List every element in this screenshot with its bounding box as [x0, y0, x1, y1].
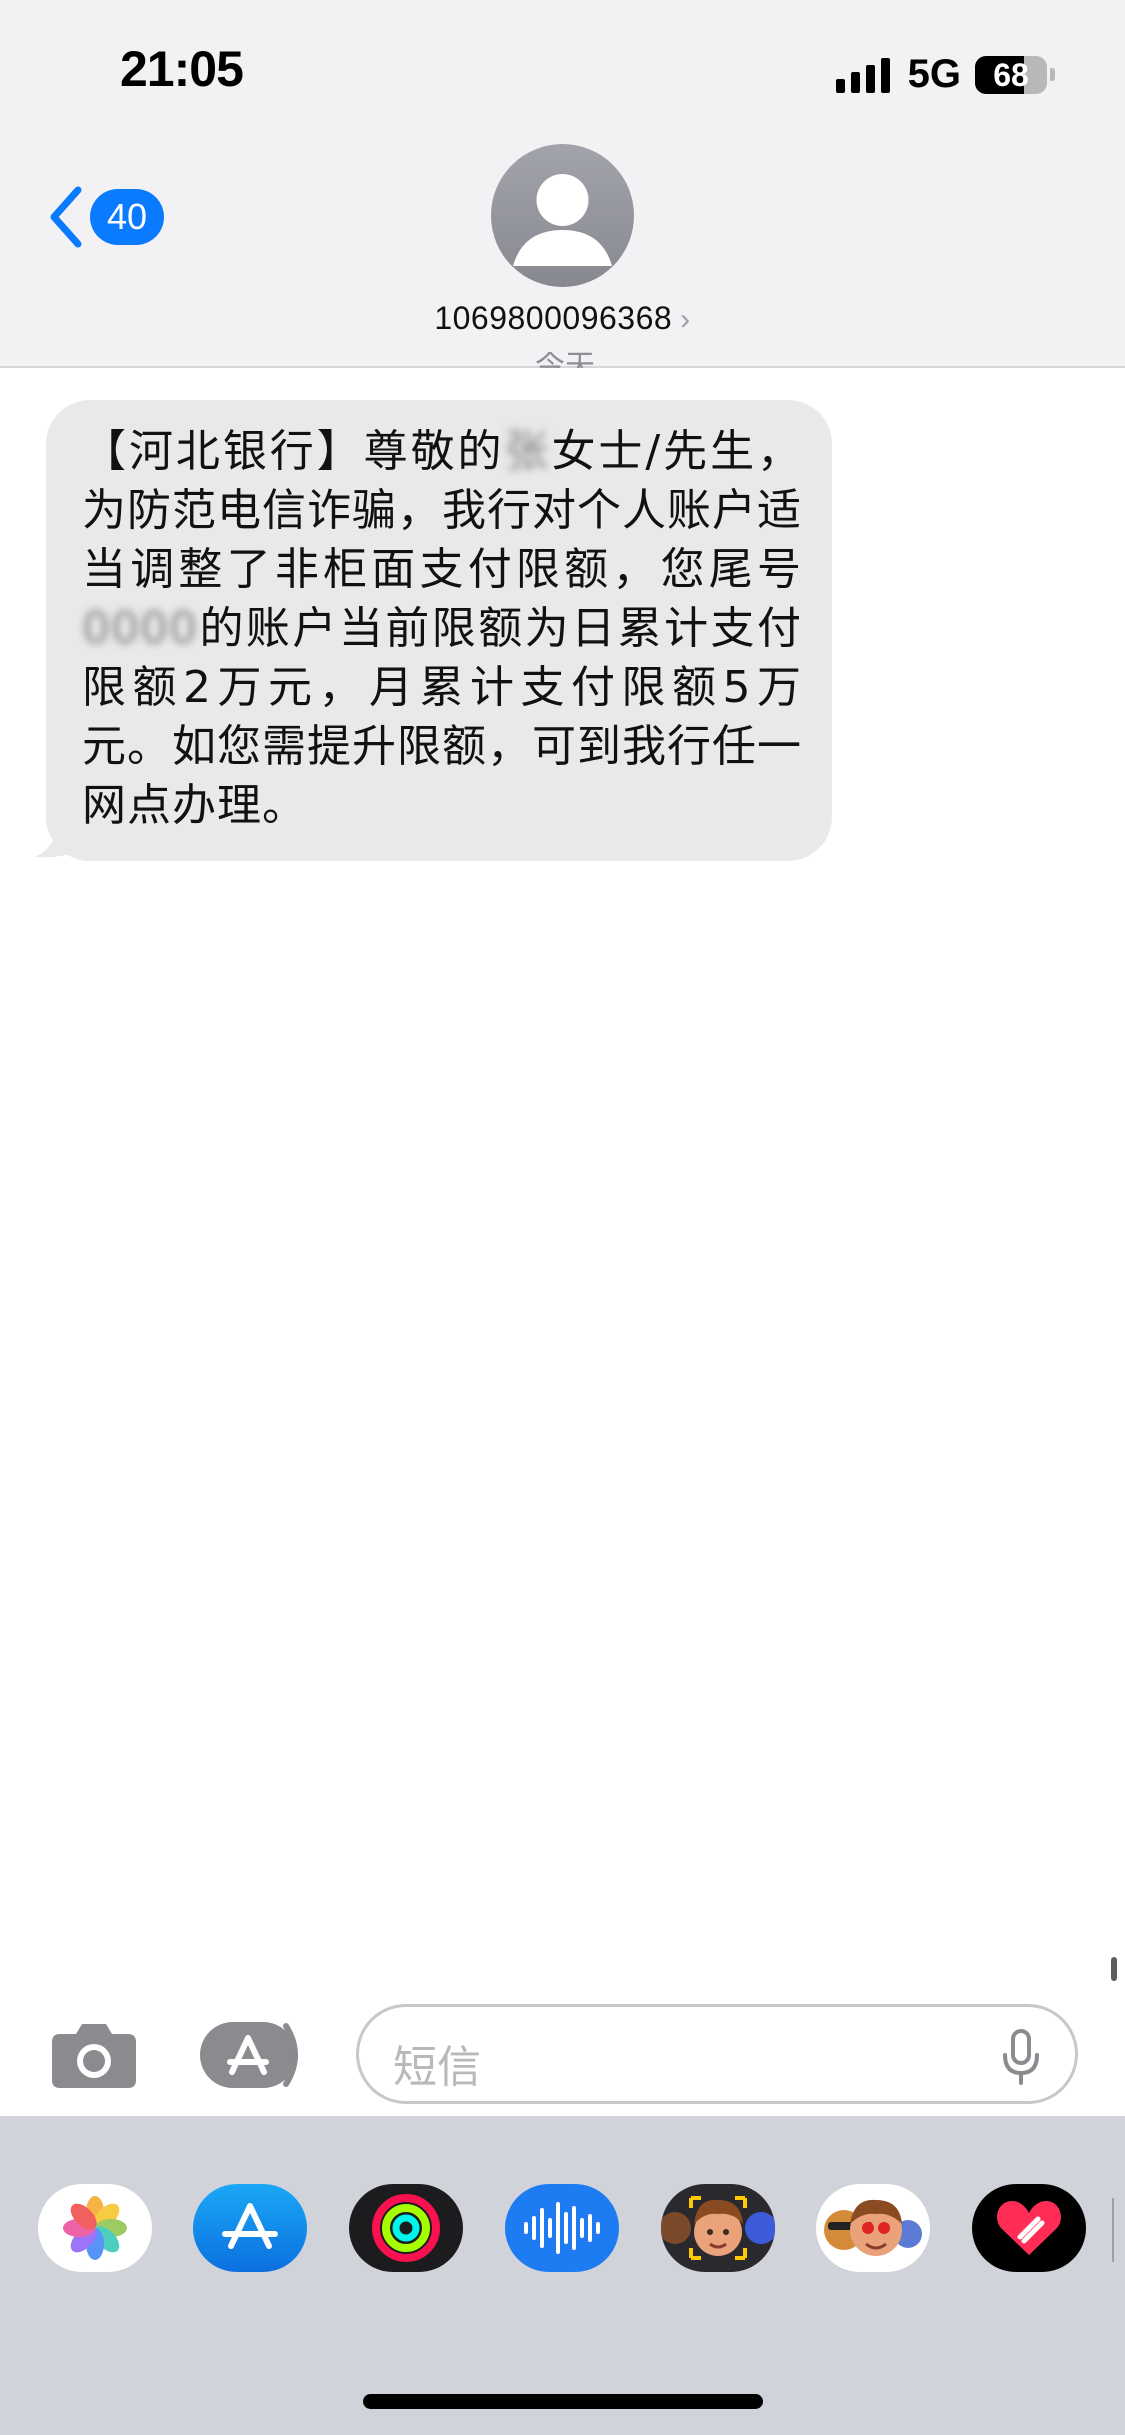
message-timestamp: 今天 19:08	[490, 352, 640, 368]
microphone-icon[interactable]	[1001, 2027, 1041, 2087]
redacted-account-digits: 0000	[82, 603, 198, 654]
scroll-indicator[interactable]	[1111, 1957, 1117, 1981]
audio-message-app-icon[interactable]	[505, 2184, 619, 2272]
incoming-message-bubble[interactable]: 【河北银行】尊敬的张女士/先生，为防范电信诈骗，我行对个人账户适当调整了非柜面支…	[46, 400, 832, 861]
memoji-camera-app-icon[interactable]	[661, 2184, 775, 2272]
apps-button[interactable]	[200, 2020, 308, 2094]
photos-app-icon[interactable]	[38, 2184, 152, 2272]
app-drawer	[0, 2116, 1125, 2435]
bubble-tail	[34, 801, 82, 858]
conversation-header: 21:05 5G 68 40 1069800096368› 今天 19:08	[0, 0, 1125, 368]
unread-count-badge: 40	[90, 189, 164, 245]
camera-button[interactable]	[50, 2020, 138, 2094]
redacted-name: 张	[504, 426, 552, 477]
message-input-placeholder: 短信	[393, 2042, 481, 2093]
contact-name-button[interactable]: 1069800096368 ›	[0, 300, 1125, 337]
battery-percent: 68	[993, 56, 1029, 93]
message-input[interactable]: 短信	[356, 2004, 1078, 2104]
chevron-left-icon	[50, 186, 82, 248]
cellular-signal-icon	[835, 57, 890, 93]
camera-icon	[52, 2024, 136, 2088]
contact-number: 1069800096368	[434, 300, 673, 336]
home-indicator[interactable]	[363, 2394, 763, 2409]
contact-avatar[interactable]	[491, 144, 634, 287]
message-text: 【河北银行】尊敬的张女士/先生，为防范电信诈骗，我行对个人账户适当调整了非柜面支…	[82, 422, 802, 835]
back-button[interactable]: 40	[46, 186, 164, 248]
message-text-part: 【河北银行】尊敬的	[82, 426, 505, 477]
fitness-activity-app-icon[interactable]	[349, 2184, 463, 2272]
chevron-right-icon: ›	[680, 303, 691, 336]
battery-nub	[1050, 68, 1055, 81]
person-silhouette-icon	[513, 174, 612, 266]
memoji-stickers-app-icon[interactable]	[816, 2184, 930, 2272]
drawer-scroll-edge	[1112, 2198, 1114, 2262]
app-store-icon	[200, 2022, 298, 2088]
status-indicators: 5G 68	[835, 52, 1055, 97]
digital-touch-app-icon[interactable]	[972, 2184, 1086, 2272]
app-store-app-icon[interactable]	[193, 2184, 307, 2272]
network-type: 5G	[907, 52, 961, 96]
message-row: 【河北银行】尊敬的张女士/先生，为防范电信诈骗，我行对个人账户适当调整了非柜面支…	[30, 400, 832, 861]
status-time: 21:05	[120, 41, 244, 97]
battery-icon: 68	[975, 55, 1047, 94]
